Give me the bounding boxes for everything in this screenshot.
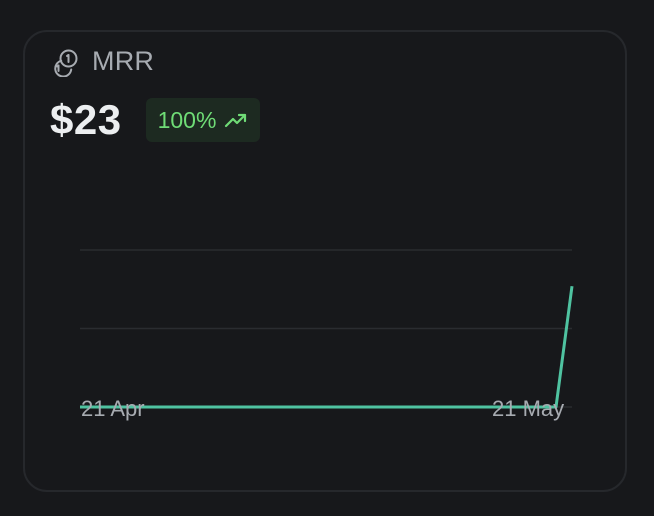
x-axis-label-start: 21 Apr <box>81 396 145 421</box>
change-badge: 100% <box>145 98 261 142</box>
metric-value-row: $23 100% <box>50 96 261 144</box>
metric-value: $23 <box>50 96 122 143</box>
metric-header: MRR <box>50 46 155 78</box>
metric-label: MRR <box>92 46 155 76</box>
mrr-series-line <box>80 286 574 409</box>
x-axis-label-end: 21 May <box>492 396 565 421</box>
change-percent: 100% <box>157 106 217 133</box>
trending-up-icon <box>224 108 248 132</box>
coins-icon <box>50 47 80 78</box>
mrr-line-chart <box>80 249 574 409</box>
